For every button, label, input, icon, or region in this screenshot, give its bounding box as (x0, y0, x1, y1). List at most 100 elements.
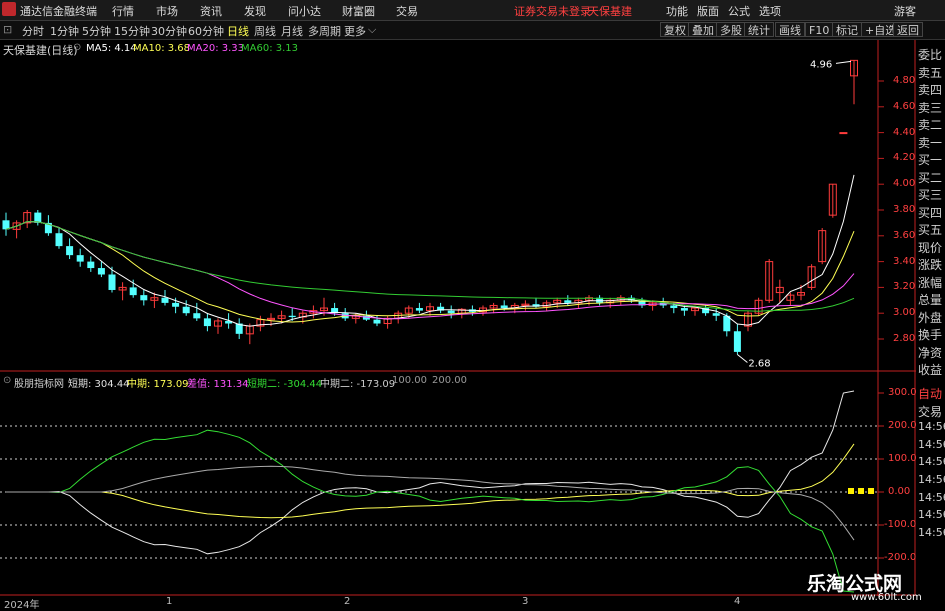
signal-block (858, 488, 864, 494)
quote-label: 买一 (918, 153, 943, 167)
app-logo-icon (2, 2, 16, 16)
tab-multi-period[interactable]: 多周期 (308, 23, 341, 39)
kline-chart[interactable]: 4.96 2.68 (0, 40, 916, 596)
menubar: 通达信金融终端 行情 市场 资讯 发现 问小达 财富圈 交易 证券交易未登录 天… (0, 0, 945, 21)
indicator-tick-label: 200.0 (888, 420, 917, 431)
price-tick-label: 4.60 (893, 100, 916, 112)
candle-body (564, 300, 572, 303)
tick-time-label: 14:56 (918, 437, 945, 451)
candle-body (76, 255, 84, 262)
signal-block (848, 488, 854, 494)
collapse-icon[interactable]: ⊡ (3, 23, 12, 36)
price-tick-label: 2.80 (893, 333, 916, 344)
tab-more[interactable]: 更多 (344, 23, 366, 39)
candle-body (839, 132, 848, 135)
candle-body (140, 295, 148, 301)
quote-label: 卖三 (918, 100, 943, 115)
tab-monthly[interactable]: 月线 (281, 23, 303, 39)
menu-shichang[interactable]: 市场 (156, 3, 178, 19)
price-tick-label: 4.40 (893, 126, 916, 138)
tongji-button[interactable]: 统计 (744, 22, 774, 37)
tab-1min[interactable]: 1分钟 (50, 23, 79, 39)
candle-body (447, 310, 455, 314)
stock-name-status: 天保基建 (588, 5, 632, 18)
x-label-1: 1 (166, 596, 173, 607)
tab-30min[interactable]: 30分钟 (151, 23, 187, 39)
app-title: 通达信金融终端 (20, 5, 97, 18)
candle-body (415, 308, 423, 311)
menu-gongneng[interactable]: 功能 (666, 3, 688, 19)
huaxian-button[interactable]: 画线 (775, 22, 805, 37)
quote-label: 买四 (918, 205, 943, 220)
quote-label: 现价 (918, 240, 943, 255)
trade-login-status[interactable]: 证券交易未登录 (514, 3, 591, 19)
trade-panel-label[interactable]: 自动 (918, 385, 942, 402)
tab-fenshi[interactable]: 分时 (22, 23, 44, 39)
quote-label: 外盘 (918, 310, 943, 325)
tab-daily-active[interactable]: 日线 (227, 23, 249, 39)
tick-time-label: 14:56 (918, 455, 945, 469)
more-dropdown-icon[interactable]: ⌵ (368, 23, 376, 37)
tick-time-label: 14:56 (918, 508, 945, 522)
menu-zixun[interactable]: 资讯 (200, 3, 222, 19)
candle-body (680, 308, 688, 311)
quote-label: 卖二 (918, 118, 943, 132)
quote-label: 卖一 (918, 135, 943, 150)
quote-label: 换手 (918, 328, 943, 342)
candle-body (87, 261, 95, 269)
f10-button[interactable]: F10 (805, 22, 834, 37)
indicator-tick-label: -100.0 (884, 519, 917, 530)
candle-body (193, 313, 201, 319)
fuquan-button[interactable]: 复权 (660, 22, 690, 37)
tab-15min[interactable]: 15分钟 (114, 23, 150, 39)
quote-label: 总量 (918, 293, 943, 307)
tab-60min[interactable]: 60分钟 (188, 23, 224, 39)
quote-label: 委比 (918, 48, 943, 62)
menu-caifuquan[interactable]: 财富圈 (342, 3, 375, 19)
x-label-4: 4 (734, 596, 741, 607)
menu-jiaoyi[interactable]: 交易 (396, 3, 418, 19)
x-label-3: 3 (522, 596, 529, 607)
menu-faxian[interactable]: 发现 (244, 3, 266, 19)
candle-body (66, 246, 74, 256)
candle-body (2, 220, 10, 230)
candle-body (670, 305, 678, 309)
price-tick-label: 3.80 (893, 204, 916, 215)
diejia-button[interactable]: 叠加 (688, 22, 718, 37)
menu-wenxiaoda[interactable]: 问小达 (288, 3, 321, 19)
quote-label: 买二 (918, 170, 943, 185)
tick-time-label: 14:56 (918, 490, 945, 504)
quote-label: 卖五 (918, 65, 943, 80)
quote-label: 涨幅 (918, 275, 943, 290)
indicator-tick-label: -200.0 (884, 552, 917, 563)
quote-label: 买五 (918, 223, 943, 237)
duogu-button[interactable]: 多股 (716, 22, 746, 37)
menu-xuanxiang[interactable]: 选项 (759, 3, 781, 19)
quote-label: 卖四 (918, 83, 943, 97)
menu-gongshi[interactable]: 公式 (728, 3, 750, 19)
back-button[interactable]: 返回 (893, 22, 923, 37)
tab-weekly[interactable]: 周线 (254, 23, 276, 39)
candle-body (733, 331, 741, 352)
price-tick-label: 4.00 (893, 178, 916, 190)
tab-5min[interactable]: 5分钟 (82, 23, 111, 39)
menu-banmian[interactable]: 版面 (697, 3, 719, 19)
osc-short2-line (6, 429, 855, 593)
candle-body (182, 306, 190, 314)
candle-body (172, 302, 180, 307)
watermark-url: www.60lt.com (851, 592, 922, 603)
period-toolbar: ⊡ 分时 1分钟 5分钟 15分钟 30分钟 60分钟 日线 周线 月线 多周期… (0, 21, 945, 40)
osc-mid-line (6, 443, 855, 519)
biaoji-button[interactable]: 标记 (832, 22, 862, 37)
candle-body (373, 319, 381, 324)
price-tick-label: 4.20 (893, 152, 916, 164)
menu-hangqing[interactable]: 行情 (112, 3, 134, 19)
watermark: 乐淘公式网 www.60lt.com (805, 568, 943, 607)
high-label: 4.96 (810, 59, 832, 70)
trade-panel-label[interactable]: 交易 (918, 403, 942, 420)
osc-mid2-line (6, 465, 855, 541)
low-label: 2.68 (748, 358, 770, 369)
candle-body (288, 315, 296, 318)
user-guest[interactable]: 游客 (894, 3, 916, 19)
price-tick-label: 3.40 (893, 255, 916, 267)
